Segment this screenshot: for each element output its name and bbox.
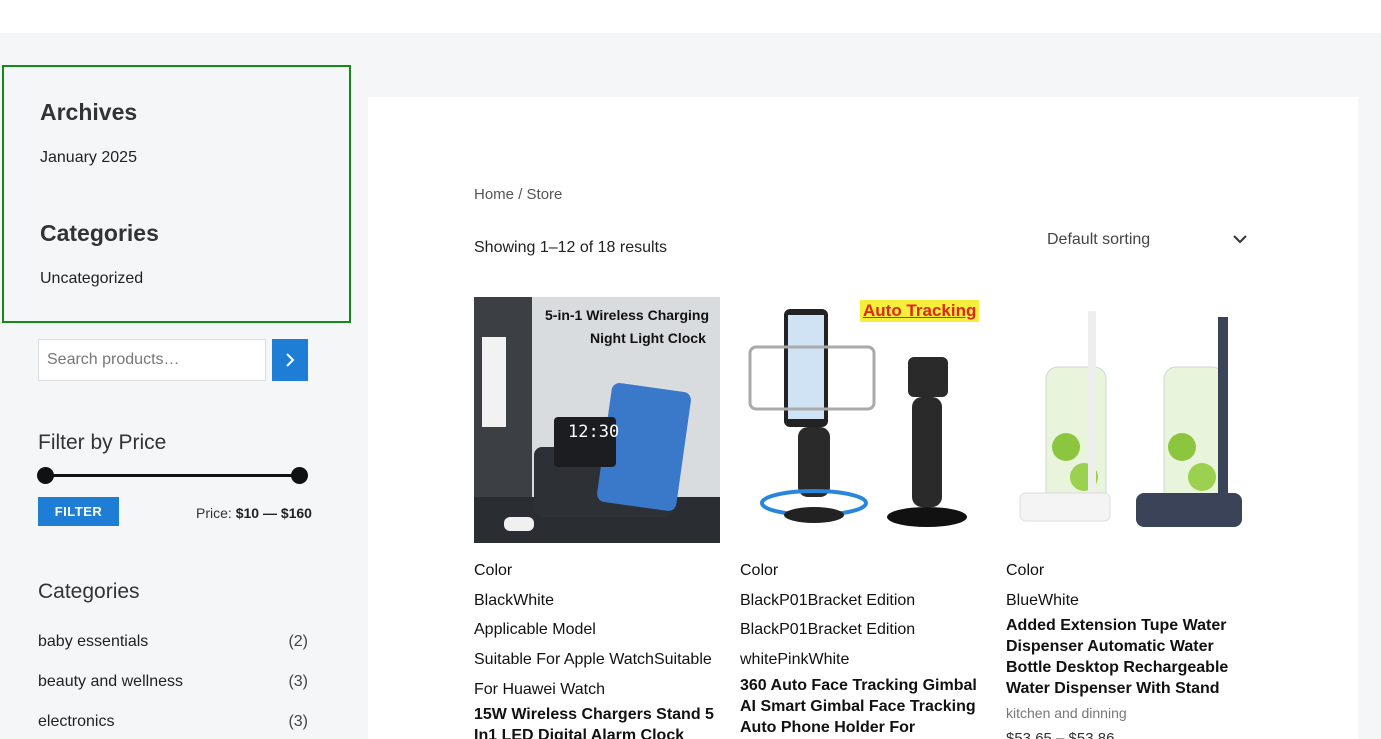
sort-selected-value: Default sorting (1047, 231, 1151, 248)
price-separator: — (262, 505, 277, 521)
top-bar (0, 0, 1381, 33)
product-attr-value: BlackWhite (474, 592, 555, 609)
product-price: $53.65 – $53.86 (1006, 730, 1115, 739)
sort-select[interactable]: Default sorting (1047, 231, 1247, 253)
category-item[interactable]: beauty and wellness (3) (38, 673, 308, 691)
breadcrumb-home-link[interactable]: Home (474, 186, 514, 203)
category-count: (3) (288, 713, 308, 730)
archive-link-january-2025[interactable]: January 2025 (40, 149, 137, 167)
product-attr-value: BlueWhite (1006, 592, 1079, 609)
product-attr-value: For Huawei Watch (474, 681, 605, 698)
price-slider-min-handle[interactable] (37, 467, 54, 484)
product-image-gimbal[interactable]: Auto Tracking (740, 297, 986, 543)
sidebar-widget-box: Archives January 2025 Categories Uncateg… (2, 65, 351, 323)
product-image-wireless-charger[interactable]: 5-in-1 Wireless Charging Night Light Clo… (474, 297, 720, 543)
product-attr-label: Color (1006, 562, 1045, 579)
product-categories-title: Categories (38, 580, 140, 603)
chevron-down-icon (1233, 235, 1247, 244)
category-link-uncategorized[interactable]: Uncategorized (40, 270, 143, 288)
filter-by-price-title: Filter by Price (38, 431, 167, 454)
category-item[interactable]: baby essentials (2) (38, 633, 308, 651)
category-count: (3) (288, 673, 308, 690)
product-image-text: 5-in-1 Wireless Charging (545, 307, 710, 323)
product-image-text: Night Light Clock (590, 330, 706, 346)
chevron-right-icon (286, 353, 295, 367)
product-category[interactable]: kitchen and dinning (1006, 705, 1127, 721)
product-card[interactable]: 5-in-1 Wireless Charging Night Light Clo… (474, 297, 720, 739)
price-slider-max-handle[interactable] (291, 467, 308, 484)
product-attr-value: BlackP01Bracket Edition (740, 592, 916, 609)
product-image-clock: 12:30 (568, 422, 620, 442)
category-name[interactable]: baby essentials (38, 633, 148, 650)
product-title-link[interactable]: Added Extension Tupe Water Dispenser Aut… (1006, 615, 1236, 699)
breadcrumb-current: Store (526, 186, 563, 203)
product-title-link[interactable]: 360 Auto Face Tracking Gimbal AI Smart G… (740, 675, 980, 739)
search-submit-button[interactable] (272, 339, 308, 381)
price-max: $160 (280, 505, 312, 521)
price-slider-track[interactable] (44, 474, 300, 477)
categories-title: Categories (40, 220, 159, 246)
price-min: $10 (235, 505, 260, 521)
product-image-water-dispenser[interactable] (1006, 297, 1252, 543)
breadcrumb: Home / Store (474, 186, 562, 203)
product-attr-value: BlackP01Bracket Edition (740, 621, 916, 638)
archives-title: Archives (40, 99, 138, 125)
category-name[interactable]: beauty and wellness (38, 673, 183, 690)
product-attr-label: Applicable Model (474, 621, 596, 638)
product-card[interactable]: Color BlueWhite Added Extension Tupe Wat… (1006, 297, 1252, 739)
category-name[interactable]: electronics (38, 713, 114, 730)
product-attr-label: Color (474, 562, 513, 579)
product-attr-value: whitePinkWhite (740, 651, 850, 668)
product-attr-value: Suitable For Apple WatchSuitable (474, 651, 712, 668)
category-count: (2) (288, 633, 308, 650)
filter-button[interactable]: FILTER (38, 497, 119, 526)
product-card[interactable]: Auto Tracking Color BlackP01Bracket Edit… (740, 297, 986, 736)
price-label: Price: (196, 505, 232, 521)
breadcrumb-separator: / (518, 186, 523, 203)
product-title-link[interactable]: 15W Wireless Chargers Stand 5 In1 LED Di… (474, 704, 714, 739)
search-products-input[interactable] (38, 339, 266, 381)
result-count: Showing 1–12 of 18 results (474, 239, 668, 256)
product-attr-label: Color (740, 562, 779, 579)
category-item[interactable]: electronics (3) (38, 713, 308, 731)
auto-tracking-badge: Auto Tracking (860, 300, 980, 322)
price-range-label: Price: $10 — $160 (196, 505, 312, 521)
